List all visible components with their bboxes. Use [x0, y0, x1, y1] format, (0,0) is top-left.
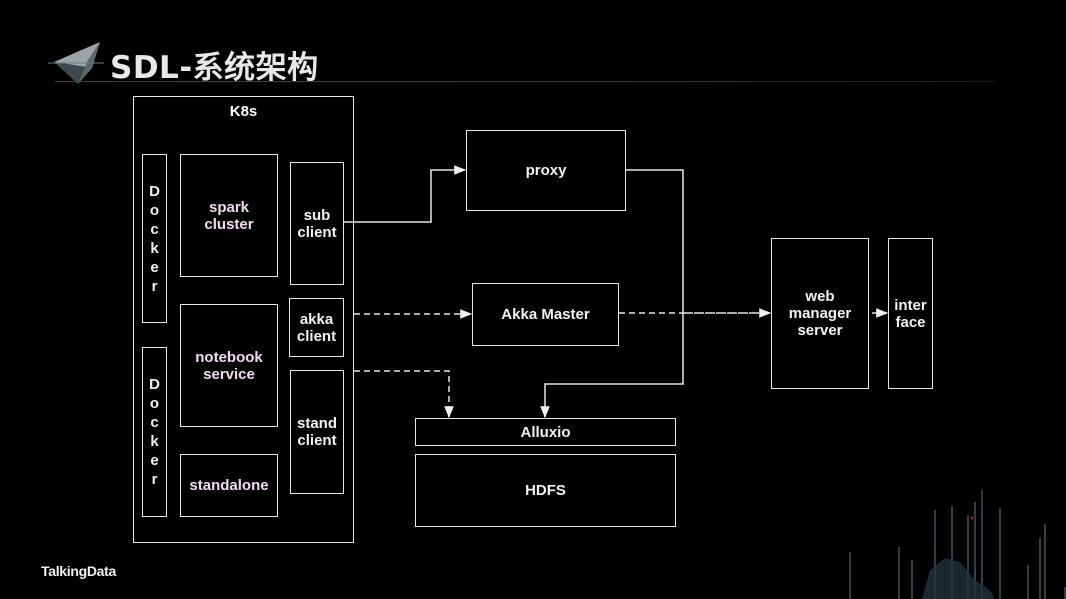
standalone-label: standalone — [189, 477, 269, 494]
sub-client-line1: sub — [303, 206, 331, 224]
web-manager-server-line1: web — [805, 288, 835, 305]
notebook-service-box: notebook service — [180, 304, 278, 427]
proxy-box: proxy — [466, 130, 626, 211]
akka-master-label: Akka Master — [501, 306, 590, 323]
edge-stand-client-to-alluxio — [354, 370, 454, 419]
stand-client-line2: client — [297, 432, 337, 449]
docker-letter: D — [149, 376, 160, 393]
spark-cluster-line2: cluster — [204, 215, 254, 233]
sub-client-line2: client — [297, 223, 337, 241]
spark-cluster-box: spark cluster — [180, 154, 278, 277]
docker-letter: k — [150, 239, 159, 257]
web-manager-server-line3: server — [797, 322, 843, 339]
docker-letter: o — [149, 395, 160, 412]
alluxio-label: Alluxio — [520, 423, 571, 441]
hdfs-box: HDFS — [415, 454, 676, 527]
notebook-service-line1: notebook — [195, 348, 263, 366]
web-manager-server-line2: manager — [788, 305, 852, 322]
stand-client-box: stand client — [290, 370, 344, 494]
akka-client-box: akka client — [289, 298, 344, 357]
proxy-label: proxy — [525, 162, 567, 179]
stand-client-line1: stand — [296, 415, 337, 432]
docker-letter: k — [150, 433, 159, 450]
docker-letter: r — [151, 277, 158, 295]
standalone-box: standalone — [180, 454, 278, 517]
decorative-skyline-graphic — [849, 490, 1066, 599]
edge-sub-client-to-proxy — [344, 165, 467, 223]
akka-master-box: Akka Master — [472, 283, 619, 346]
docker-top: D o c k e r — [142, 154, 167, 323]
docker-letter: e — [150, 452, 159, 469]
akka-client-line1: akka — [299, 310, 334, 328]
footer-brand: TalkingData — [41, 563, 117, 579]
notebook-service-line2: service — [203, 365, 255, 383]
spark-cluster-line1: spark — [208, 198, 250, 216]
docker-letter: e — [150, 258, 159, 276]
interface-line2: face — [895, 313, 926, 331]
alluxio-box: Alluxio — [415, 418, 676, 446]
hdfs-label: HDFS — [525, 482, 566, 499]
docker-letter: r — [151, 471, 158, 488]
docker-letter: c — [150, 414, 159, 431]
web-manager-server-box: web manager server — [771, 238, 869, 389]
docker-letter: o — [149, 201, 160, 219]
k8s-label: K8s — [229, 103, 258, 120]
docker-letter: D — [149, 182, 160, 200]
interface-line1: inter — [894, 296, 927, 314]
sub-client-box: sub client — [290, 162, 344, 285]
talkingdata-logo-icon — [48, 42, 104, 84]
interface-box: inter face — [888, 238, 933, 389]
title-underline — [55, 81, 995, 82]
akka-client-line2: client — [296, 327, 337, 345]
docker-letter: c — [150, 220, 159, 238]
docker-bottom: D o c k e r — [142, 347, 167, 517]
